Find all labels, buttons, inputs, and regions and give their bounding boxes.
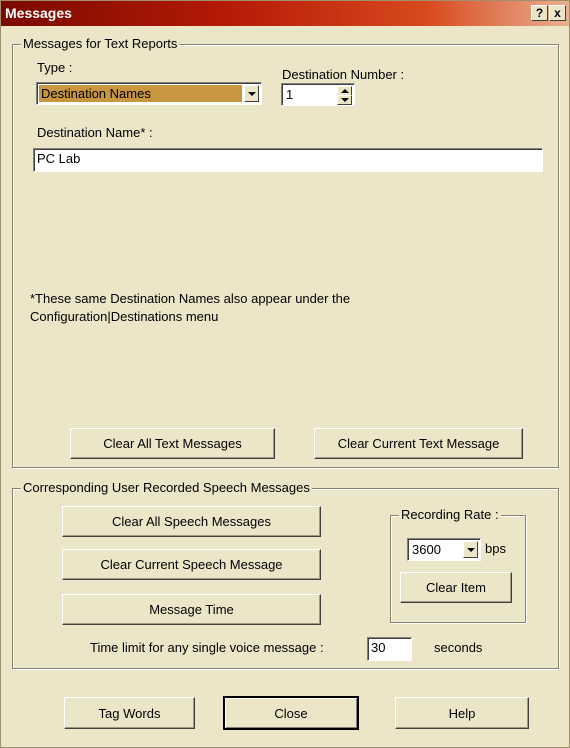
type-value: Destination Names [39, 85, 242, 102]
type-dropdown[interactable]: Destination Names [36, 82, 262, 105]
help-button[interactable]: Help [395, 697, 529, 729]
clear-item-button[interactable]: Clear Item [400, 572, 512, 603]
chevron-down-icon [247, 91, 256, 96]
tag-words-button[interactable]: Tag Words [64, 697, 195, 729]
recording-rate-group: Recording Rate : [390, 507, 526, 623]
time-limit-label: Time limit for any single voice message … [90, 640, 324, 655]
clear-current-speech-message-button[interactable]: Clear Current Speech Message [62, 549, 321, 580]
speech-messages-legend: Corresponding User Recorded Speech Messa… [21, 480, 312, 495]
title-bar[interactable]: Messages ? x [1, 1, 569, 26]
destination-name-input[interactable]: PC Lab [33, 148, 543, 172]
destination-number-label: Destination Number : [282, 67, 405, 82]
recording-rate-legend: Recording Rate : [399, 507, 501, 522]
text-reports-group: Messages for Text Reports [12, 36, 559, 468]
rate-dropdown-button[interactable] [463, 541, 478, 558]
arrow-up-icon [340, 89, 349, 93]
close-title-button[interactable]: x [549, 5, 566, 21]
arrow-down-icon [340, 98, 349, 102]
destination-number-value: 1 [286, 87, 294, 102]
destinations-note-line2: Configuration|Destinations menu [30, 309, 219, 324]
messages-dialog: Messages ? x Messages for Text Reports T… [0, 0, 570, 748]
chevron-down-icon [466, 547, 475, 552]
type-dropdown-button[interactable] [244, 85, 259, 102]
destinations-note-line1: *These same Destination Names also appea… [30, 291, 351, 306]
destination-number-spinner[interactable]: 1 [281, 83, 355, 106]
recording-rate-value: 3600 [412, 542, 441, 557]
clear-current-text-message-button[interactable]: Clear Current Text Message [314, 428, 523, 459]
type-label: Type : [37, 60, 73, 75]
clear-all-speech-messages-button[interactable]: Clear All Speech Messages [62, 506, 321, 537]
time-limit-unit: seconds [434, 640, 483, 655]
recording-rate-dropdown[interactable]: 3600 [407, 538, 481, 561]
clear-all-text-messages-button[interactable]: Clear All Text Messages [70, 428, 275, 459]
message-time-button[interactable]: Message Time [62, 594, 321, 625]
text-reports-legend: Messages for Text Reports [21, 36, 180, 51]
close-button[interactable]: Close [223, 696, 359, 730]
time-limit-input[interactable]: 30 [367, 637, 412, 661]
help-title-button[interactable]: ? [531, 5, 548, 21]
window-title: Messages [5, 5, 72, 21]
destination-name-label: Destination Name* : [37, 125, 153, 140]
spin-down-button[interactable] [337, 95, 352, 105]
rate-unit-label: bps [485, 541, 506, 556]
